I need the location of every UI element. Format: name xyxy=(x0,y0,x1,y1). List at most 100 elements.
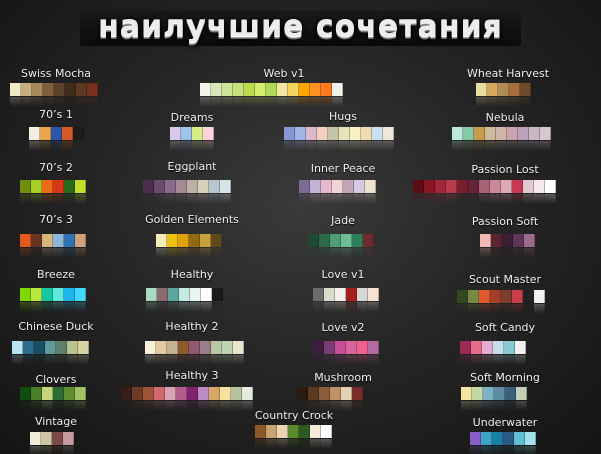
swatch-reflection xyxy=(534,194,545,204)
swatch-reflection xyxy=(209,401,220,411)
color-swatch xyxy=(512,180,523,193)
color-swatch xyxy=(295,127,306,140)
color-swatch xyxy=(383,127,394,140)
color-swatch xyxy=(457,290,468,303)
color-swatch xyxy=(178,341,189,354)
swatch-reflection xyxy=(354,194,365,204)
color-swatch xyxy=(143,180,154,193)
color-swatch xyxy=(220,387,231,400)
palette-label-love-v1: Love v1 xyxy=(321,268,365,281)
color-swatch xyxy=(523,290,534,303)
palette-reflection-70s-1 xyxy=(29,141,84,151)
color-swatch xyxy=(346,288,357,301)
swatch-reflection xyxy=(165,194,176,204)
palette-reflection-70s-2 xyxy=(20,194,86,204)
palette-label-70s-1: 70’s 1 xyxy=(39,108,73,121)
swatch-reflection xyxy=(277,97,288,107)
color-swatch xyxy=(42,234,53,247)
color-swatch xyxy=(87,83,98,96)
color-swatch xyxy=(330,234,341,247)
swatch-reflection xyxy=(310,97,321,107)
swatch-reflection xyxy=(471,355,482,365)
swatch-reflection xyxy=(192,141,203,151)
color-swatch xyxy=(178,234,189,247)
swatch-reflection xyxy=(53,194,64,204)
swatch-reflection xyxy=(198,401,209,411)
color-swatch xyxy=(502,234,513,247)
swatch-reflection xyxy=(343,194,354,204)
color-swatch xyxy=(200,234,211,247)
swatch-reflection xyxy=(483,401,494,411)
color-swatch xyxy=(490,290,501,303)
palette-swatches-dreams xyxy=(170,127,214,140)
color-swatch xyxy=(41,432,52,445)
palette-reflection-jade xyxy=(308,248,374,258)
color-swatch xyxy=(313,288,324,301)
color-swatch xyxy=(176,387,187,400)
swatch-reflection xyxy=(479,194,490,204)
swatch-reflection xyxy=(52,446,63,454)
color-swatch xyxy=(51,127,62,140)
color-swatch xyxy=(266,425,277,438)
color-swatch xyxy=(494,387,505,400)
swatch-reflection xyxy=(468,304,479,314)
color-swatch xyxy=(20,234,31,247)
color-swatch xyxy=(321,425,332,438)
color-swatch xyxy=(176,180,187,193)
color-swatch xyxy=(222,83,233,96)
color-swatch xyxy=(187,387,198,400)
color-swatch xyxy=(20,387,31,400)
swatch-reflection xyxy=(504,355,515,365)
color-swatch xyxy=(498,83,509,96)
palette-label-wheat-harvest: Wheat Harvest xyxy=(466,67,550,80)
color-swatch xyxy=(255,425,266,438)
palette-swatches-golden-elements xyxy=(156,234,222,247)
color-swatch xyxy=(190,288,201,301)
swatch-reflection xyxy=(20,248,31,258)
color-swatch xyxy=(479,180,490,193)
swatch-reflection xyxy=(10,97,21,107)
color-swatch xyxy=(231,387,242,400)
swatch-reflection xyxy=(43,97,54,107)
swatch-reflection xyxy=(368,302,379,312)
palette-label-hugs: Hugs xyxy=(329,110,357,123)
swatch-reflection xyxy=(498,97,509,107)
color-swatch xyxy=(468,180,479,193)
color-swatch xyxy=(31,288,42,301)
swatch-reflection xyxy=(32,97,43,107)
swatch-reflection xyxy=(187,194,198,204)
swatch-reflection xyxy=(545,194,556,204)
swatch-reflection xyxy=(212,302,223,312)
swatch-reflection xyxy=(176,194,187,204)
color-swatch xyxy=(357,341,368,354)
palette-reflection-clovers xyxy=(20,401,86,411)
swatch-reflection xyxy=(200,97,211,107)
swatch-reflection xyxy=(529,141,540,151)
color-swatch xyxy=(20,288,31,301)
color-swatch xyxy=(524,234,535,247)
swatch-reflection xyxy=(154,194,165,204)
palette-swatches-country-crock xyxy=(255,425,332,438)
color-swatch xyxy=(372,127,383,140)
swatch-reflection xyxy=(492,446,503,454)
swatch-reflection xyxy=(277,439,288,449)
swatch-reflection xyxy=(321,194,332,204)
color-swatch xyxy=(143,387,154,400)
swatch-reflection xyxy=(156,355,167,365)
swatch-reflection xyxy=(446,194,457,204)
palette-swatches-underwater xyxy=(470,432,536,445)
palette-label-passion-soft: Passion Soft xyxy=(471,215,539,228)
color-swatch xyxy=(53,180,64,193)
color-swatch xyxy=(335,288,346,301)
palette-swatches-swiss-mocha xyxy=(10,83,98,96)
palette-reflection-soft-candy xyxy=(460,355,526,365)
color-swatch xyxy=(332,83,343,96)
palette-label-breeze: Breeze xyxy=(37,268,75,281)
color-swatch xyxy=(328,127,339,140)
swatch-reflection xyxy=(515,355,526,365)
color-swatch xyxy=(435,180,446,193)
color-swatch xyxy=(297,387,308,400)
swatch-reflection xyxy=(472,401,483,411)
color-swatch xyxy=(198,387,209,400)
color-swatch xyxy=(192,127,203,140)
